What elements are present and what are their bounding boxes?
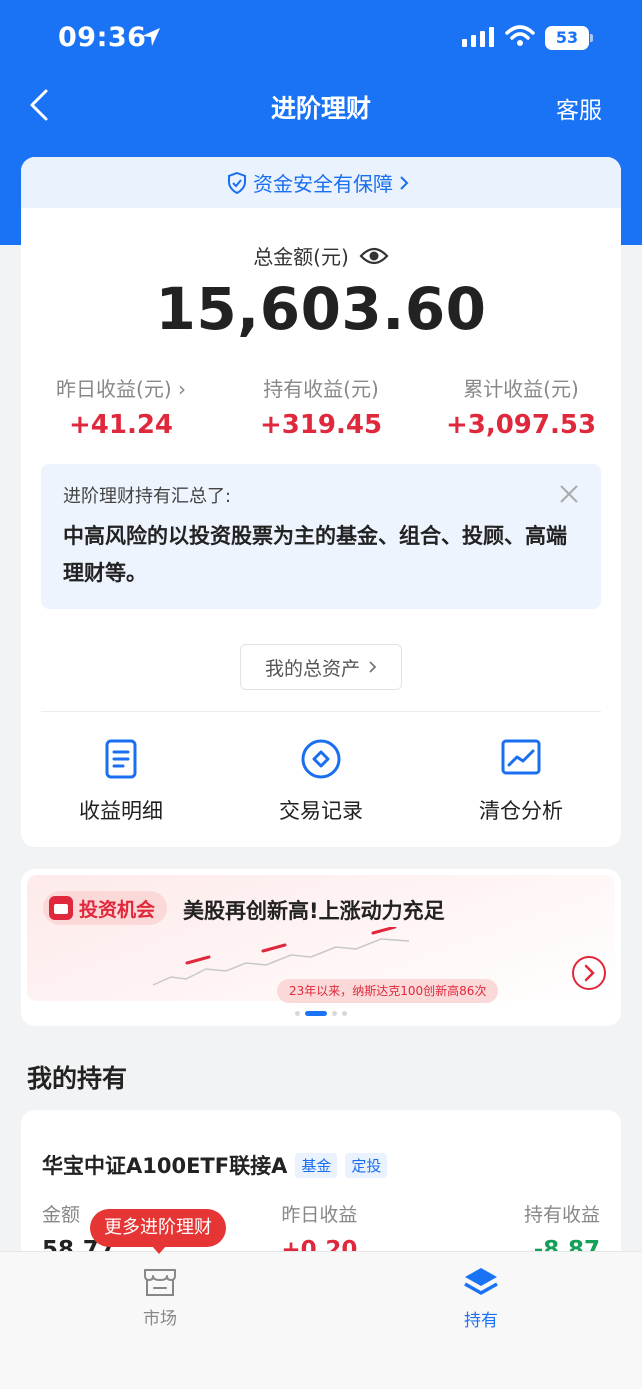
carousel-dot [295,1011,300,1016]
tab-holding-label: 持有 [464,1311,498,1331]
fund-safety-banner[interactable]: 资金安全有保障 [21,157,621,208]
wifi-icon [505,25,535,46]
shield-icon [228,171,246,194]
promo-banner[interactable]: 投资机会 美股再创新高!上涨动力充足 23年以来，纳斯达克100创新高86次 [21,869,621,1026]
earnings-detail-label: 收益明细 [79,799,163,823]
customer-service-link[interactable]: 客服 [556,91,602,125]
total-amount: 15,603.60 [155,275,487,343]
cumulative-earnings: 累计收益(元) +3,097.53 [421,373,621,440]
holdings-summary-notice: 进阶理财持有汇总了: 中高风险的以投资股票为主的基金、组合、投顾、高端理财等。 [41,464,601,609]
summary-card: 资金安全有保障 总金额(元) 15,603.60 昨日收益(元) › +41.2… [21,157,621,847]
document-icon [105,739,137,779]
carousel-indicator [21,1011,621,1016]
tab-holding[interactable]: 持有 [431,1266,531,1331]
my-holdings-title: 我的持有 [27,1064,128,1093]
holding-earnings-value: +319.45 [259,410,383,440]
holding-earnings-col-label: 持有收益 [523,1204,600,1226]
carousel-dot [342,1011,347,1016]
holding-name: 华宝中证A100ETF联接A [42,1154,288,1178]
tab-market-label: 市场 [143,1309,177,1329]
chevron-right-icon [369,661,377,673]
chevron-right-icon: › [177,377,186,401]
fund-safety-text: 资金安全有保障 [253,172,393,196]
total-assets-button[interactable]: 我的总资产 [240,644,402,690]
calendar-icon [49,896,73,920]
total-amount-label-row: 总金额(元) [21,241,621,270]
chart-frame-icon [501,739,541,775]
notice-body: 中高风险的以投资股票为主的基金、组合、投顾、高端理财等。 [63,524,567,585]
close-icon[interactable] [559,484,579,504]
liquidation-analysis-label: 清仓分析 [479,799,563,823]
holding-name-row: 华宝中证A100ETF联接A 基金 定投 [42,1150,388,1180]
cumulative-earnings-label: 累计收益(元) [463,377,579,401]
status-time: 09:36 [58,22,147,53]
signal-icon [462,27,494,47]
earnings-stats: 昨日收益(元) › +41.24 持有收益(元) +319.45 累计收益(元)… [21,373,621,440]
total-amount-label: 总金额(元) [253,245,349,269]
fund-badge: 基金 [295,1152,338,1178]
carousel-dot [332,1011,337,1016]
storefront-icon [144,1269,176,1296]
location-icon [142,28,160,46]
eye-icon[interactable] [359,246,389,266]
nav-header: 进阶理财 客服 [0,75,642,135]
bottom-tab-bar: 市场 持有 [0,1251,642,1389]
yesterday-earnings[interactable]: 昨日收益(元) › +41.24 [21,373,221,440]
investment-opportunity-tag: 投资机会 [43,891,168,925]
quick-actions: 收益明细 交易记录 清仓分析 [21,737,621,825]
more-advanced-finance-bubble[interactable]: 更多进阶理财 [90,1209,226,1254]
yesterday-earnings-label: 昨日收益(元) [56,377,172,401]
chevron-right-circle-icon[interactable] [571,955,607,991]
page-title: 进阶理财 [270,94,371,123]
battery-tip [590,34,593,42]
chevron-right-icon [400,175,409,190]
holding-yesterday-label: 昨日收益 [281,1204,358,1226]
trend-line-illustration [152,927,410,986]
total-assets-label: 我的总资产 [264,657,360,680]
diamond-circle-icon [301,739,341,779]
tab-market[interactable]: 市场 [110,1266,210,1329]
yesterday-earnings-value: +41.24 [68,410,174,440]
auto-invest-badge: 定投 [345,1152,388,1178]
banner-highlight-pill: 23年以来，纳斯达克100创新高86次 [277,979,499,1003]
investment-opportunity-label: 投资机会 [79,898,156,921]
transaction-records-action[interactable]: 交易记录 [221,737,421,825]
liquidation-analysis-action[interactable]: 清仓分析 [421,737,621,825]
banner-title: 美股再创新高!上涨动力充足 [183,899,445,923]
earnings-detail-action[interactable]: 收益明细 [21,737,221,825]
carousel-dot-active [305,1011,327,1016]
battery-indicator: 53 [545,26,589,50]
transaction-records-label: 交易记录 [279,799,363,823]
layers-icon [464,1268,498,1295]
cumulative-earnings-value: +3,097.53 [445,410,597,440]
notice-title: 进阶理财持有汇总了: [63,486,232,507]
holding-earnings-label: 持有收益(元) [263,377,379,401]
holding-earnings: 持有收益(元) +319.45 [221,373,421,440]
divider [41,711,601,712]
promo-banner-content: 投资机会 美股再创新高!上涨动力充足 23年以来，纳斯达克100创新高86次 [27,875,615,1003]
status-bar: 09:36 53 [0,0,642,75]
